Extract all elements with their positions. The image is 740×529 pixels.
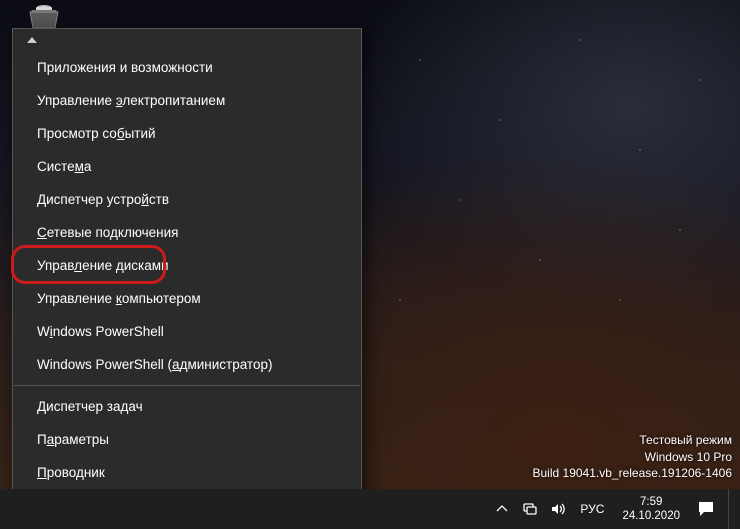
menu-item[interactable]: Windows PowerShell bbox=[13, 315, 361, 348]
winx-context-menu: Приложения и возможностиУправление элект… bbox=[12, 28, 362, 523]
scroll-up-arrow[interactable] bbox=[13, 29, 361, 51]
taskbar: РУС 7:59 24.10.2020 bbox=[0, 489, 740, 529]
menu-item[interactable]: Приложения и возможности bbox=[13, 51, 361, 84]
watermark-line1: Тестовый режим bbox=[533, 432, 733, 448]
menu-item[interactable]: Параметры bbox=[13, 423, 361, 456]
menu-item[interactable]: Система bbox=[13, 150, 361, 183]
volume-icon[interactable] bbox=[546, 489, 570, 529]
tray-overflow-icon[interactable] bbox=[490, 489, 514, 529]
menu-item[interactable]: Проводник bbox=[13, 456, 361, 489]
menu-item[interactable]: Управление электропитанием bbox=[13, 84, 361, 117]
clock-time: 7:59 bbox=[622, 495, 680, 509]
menu-item[interactable]: Сетевые подключения bbox=[13, 216, 361, 249]
clock-date: 24.10.2020 bbox=[622, 509, 680, 523]
network-icon[interactable] bbox=[518, 489, 542, 529]
menu-item[interactable]: Диспетчер задач bbox=[13, 390, 361, 423]
menu-item[interactable]: Диспетчер устройств bbox=[13, 183, 361, 216]
watermark-line2: Windows 10 Pro bbox=[533, 449, 733, 465]
language-label: РУС bbox=[580, 502, 604, 516]
language-indicator[interactable]: РУС bbox=[574, 489, 610, 529]
show-desktop-button[interactable] bbox=[728, 489, 734, 529]
menu-separator bbox=[14, 385, 360, 386]
watermark-line3: Build 19041.vb_release.191206-1406 bbox=[533, 465, 733, 481]
menu-item[interactable]: Управление компьютером bbox=[13, 282, 361, 315]
action-center-icon[interactable] bbox=[692, 489, 720, 529]
menu-item[interactable]: Windows PowerShell (администратор) bbox=[13, 348, 361, 381]
clock[interactable]: 7:59 24.10.2020 bbox=[614, 489, 688, 529]
menu-item[interactable]: Управление дисками bbox=[13, 249, 361, 282]
windows-watermark: Тестовый режим Windows 10 Pro Build 1904… bbox=[533, 432, 733, 481]
menu-item[interactable]: Просмотр событий bbox=[13, 117, 361, 150]
